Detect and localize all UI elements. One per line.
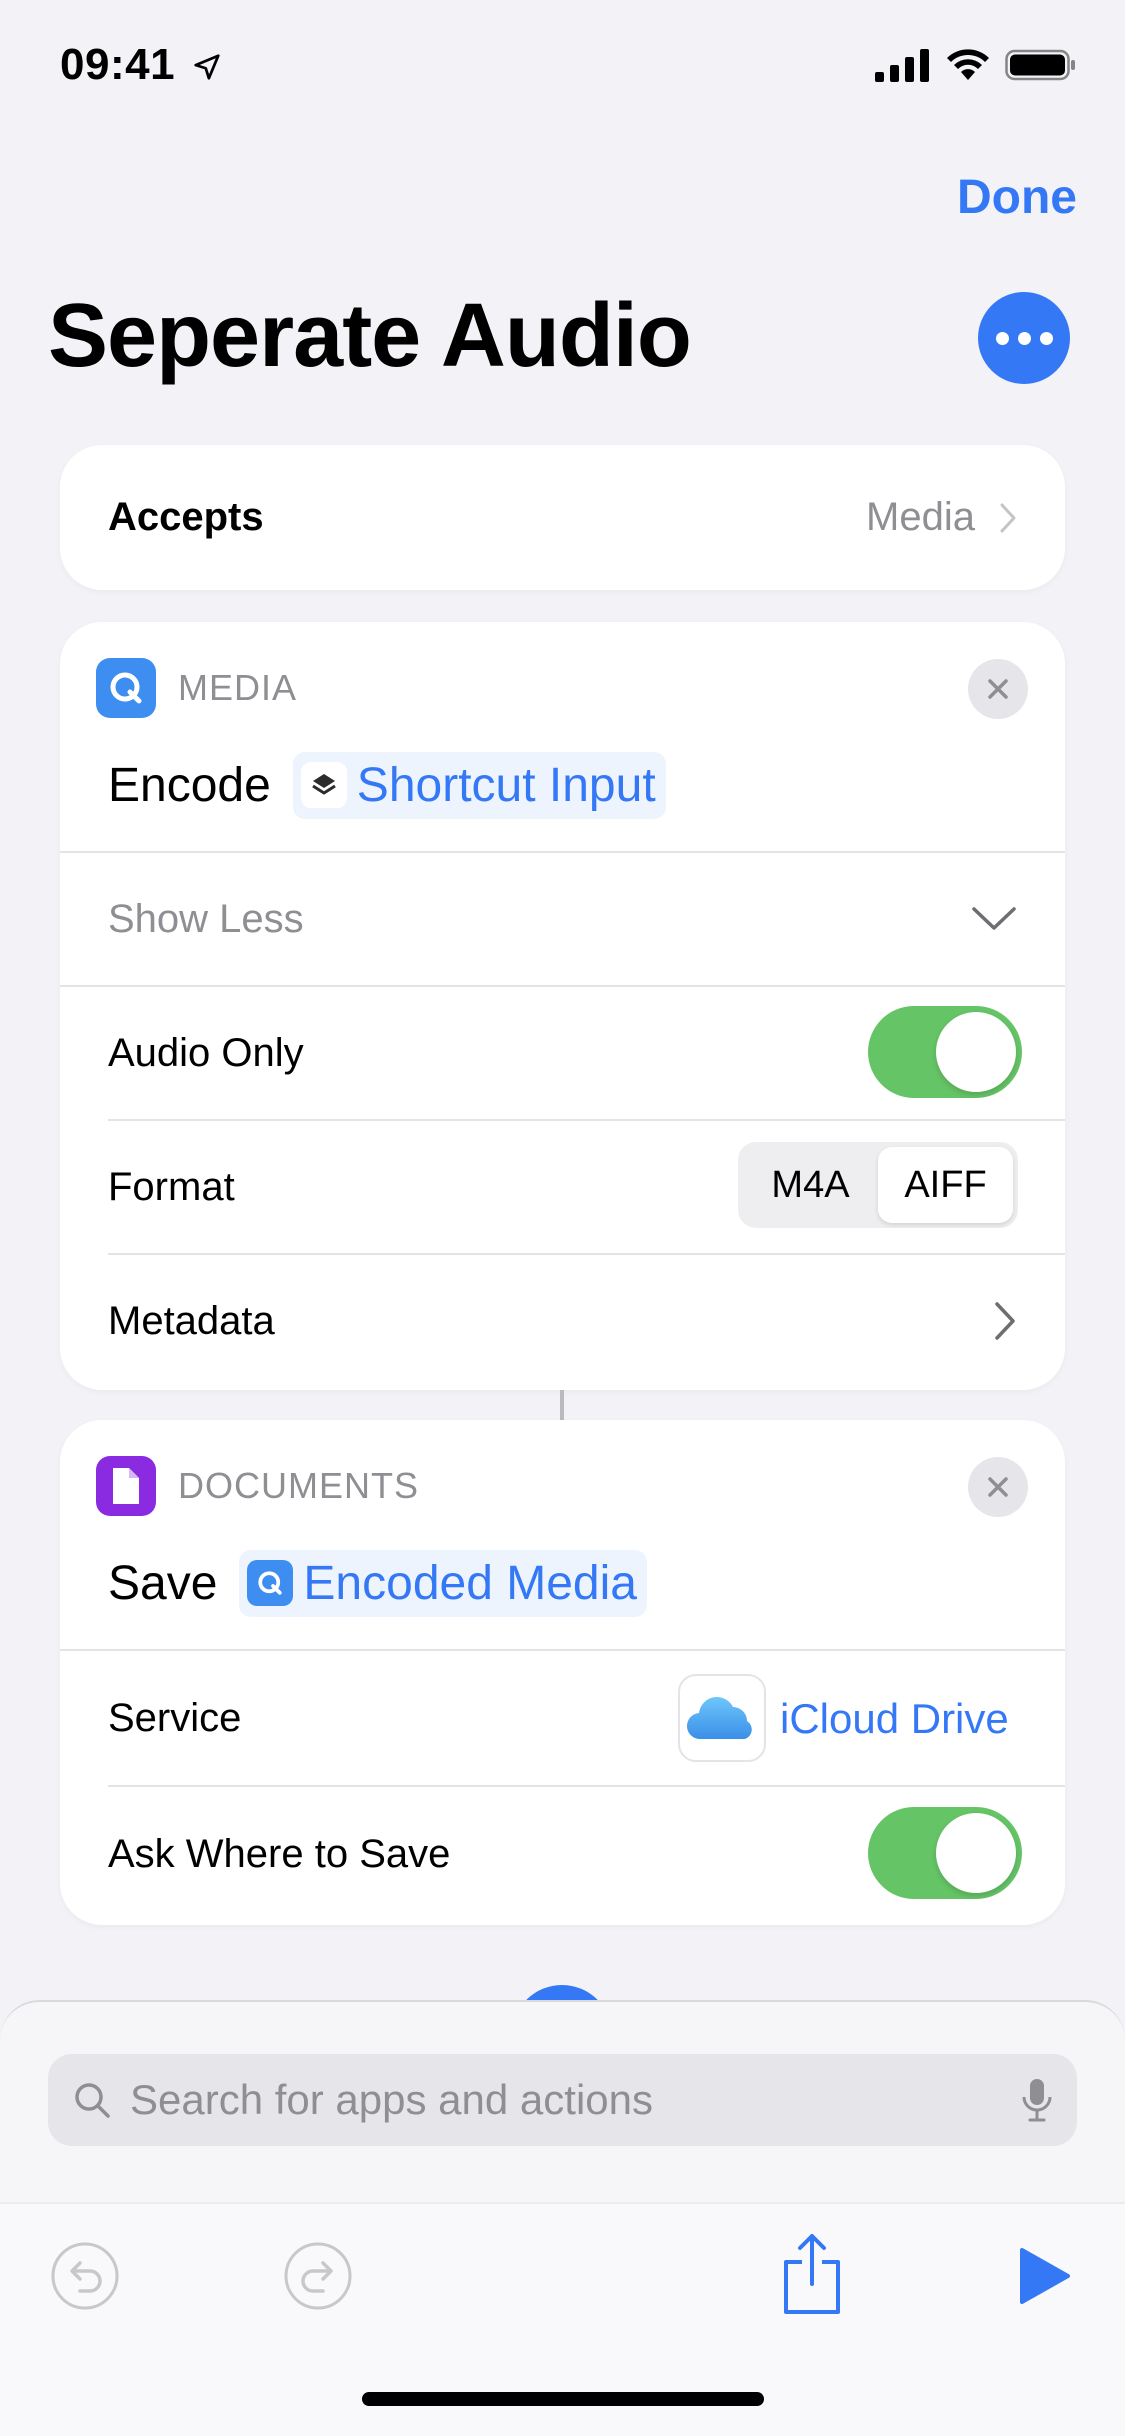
metadata-row[interactable]: Metadata	[60, 1255, 1065, 1387]
category-label: DOCUMENTS	[178, 1465, 419, 1506]
status-indicators	[875, 48, 1077, 82]
chevron-right-icon	[1000, 503, 1016, 532]
page-title: Seperate Audio	[48, 286, 692, 386]
search-icon	[75, 2083, 110, 2118]
category-label: MEDIA	[178, 667, 298, 708]
status-time: 09:41	[60, 40, 222, 90]
shortcut-input-token[interactable]: Shortcut Input	[292, 751, 666, 819]
save-file-action-card: DOCUMENTS Save Encoded Media Service iCl…	[60, 1420, 1065, 1925]
battery-icon	[1005, 49, 1075, 81]
format-segmented-control: M4A AIFF	[738, 1142, 1018, 1228]
format-label: Format	[108, 1164, 235, 1209]
more-options-button[interactable]	[978, 292, 1070, 384]
home-indicator[interactable]	[362, 2392, 764, 2406]
accepts-value: Media	[866, 495, 975, 539]
search-bar[interactable]	[48, 2054, 1077, 2146]
media-icon	[247, 1560, 294, 1606]
wifi-icon	[947, 49, 989, 80]
redo-icon[interactable]	[283, 2241, 353, 2311]
action-connector	[560, 1390, 564, 1420]
action-verb: Save	[108, 1556, 218, 1610]
token-label: Encoded Media	[303, 1556, 637, 1610]
icloud-icon	[678, 1674, 766, 1762]
location-arrow-icon	[194, 54, 220, 80]
ellipsis-dot	[1039, 331, 1053, 345]
toggle-knob	[936, 1012, 1016, 1092]
play-icon[interactable]	[1018, 2246, 1072, 2306]
service-label: Service	[108, 1695, 242, 1740]
remove-action-button[interactable]	[968, 1457, 1028, 1517]
token-label: Shortcut Input	[356, 758, 656, 812]
ellipsis-dot	[1017, 331, 1031, 345]
ellipsis-icon	[995, 331, 1009, 345]
ask-where-to-save-toggle[interactable]	[868, 1807, 1022, 1899]
show-less-toggle[interactable]: Show Less	[60, 853, 1065, 985]
encoded-media-token[interactable]: Encoded Media	[239, 1549, 647, 1617]
encode-media-action-card: MEDIA Encode Shortcut Input Show Less Au…	[60, 622, 1065, 1390]
audio-only-label: Audio Only	[108, 1030, 304, 1075]
done-button[interactable]: Done	[957, 170, 1077, 225]
time-label: 09:41	[60, 40, 176, 89]
share-icon[interactable]	[780, 2232, 844, 2316]
accepts-card[interactable]: Accepts Media	[60, 445, 1065, 590]
shortcut-input-icon	[300, 762, 347, 808]
chevron-right-icon	[995, 1302, 1015, 1340]
format-option-aiff[interactable]: AIFF	[878, 1147, 1013, 1223]
audio-only-toggle[interactable]	[868, 1006, 1022, 1098]
undo-icon[interactable]	[50, 2241, 120, 2311]
chevron-down-icon	[972, 907, 1016, 930]
format-option-m4a[interactable]: M4A	[743, 1147, 878, 1223]
metadata-label: Metadata	[108, 1298, 275, 1343]
action-search-sheet	[0, 2000, 1125, 2436]
close-icon	[988, 1477, 1008, 1497]
search-input[interactable]	[130, 2076, 1021, 2124]
toggle-knob	[936, 1813, 1016, 1893]
show-less-label: Show Less	[108, 896, 304, 941]
action-verb: Encode	[108, 758, 271, 812]
microphone-icon[interactable]	[1021, 2077, 1053, 2123]
accepts-label: Accepts	[108, 495, 264, 539]
media-icon	[96, 658, 156, 718]
ask-where-label: Ask Where to Save	[108, 1831, 451, 1876]
remove-action-button[interactable]	[968, 659, 1028, 719]
documents-icon	[96, 1456, 156, 1516]
cellular-signal-icon	[875, 49, 929, 82]
close-icon	[988, 679, 1008, 699]
service-value[interactable]: iCloud Drive	[780, 1695, 1009, 1743]
